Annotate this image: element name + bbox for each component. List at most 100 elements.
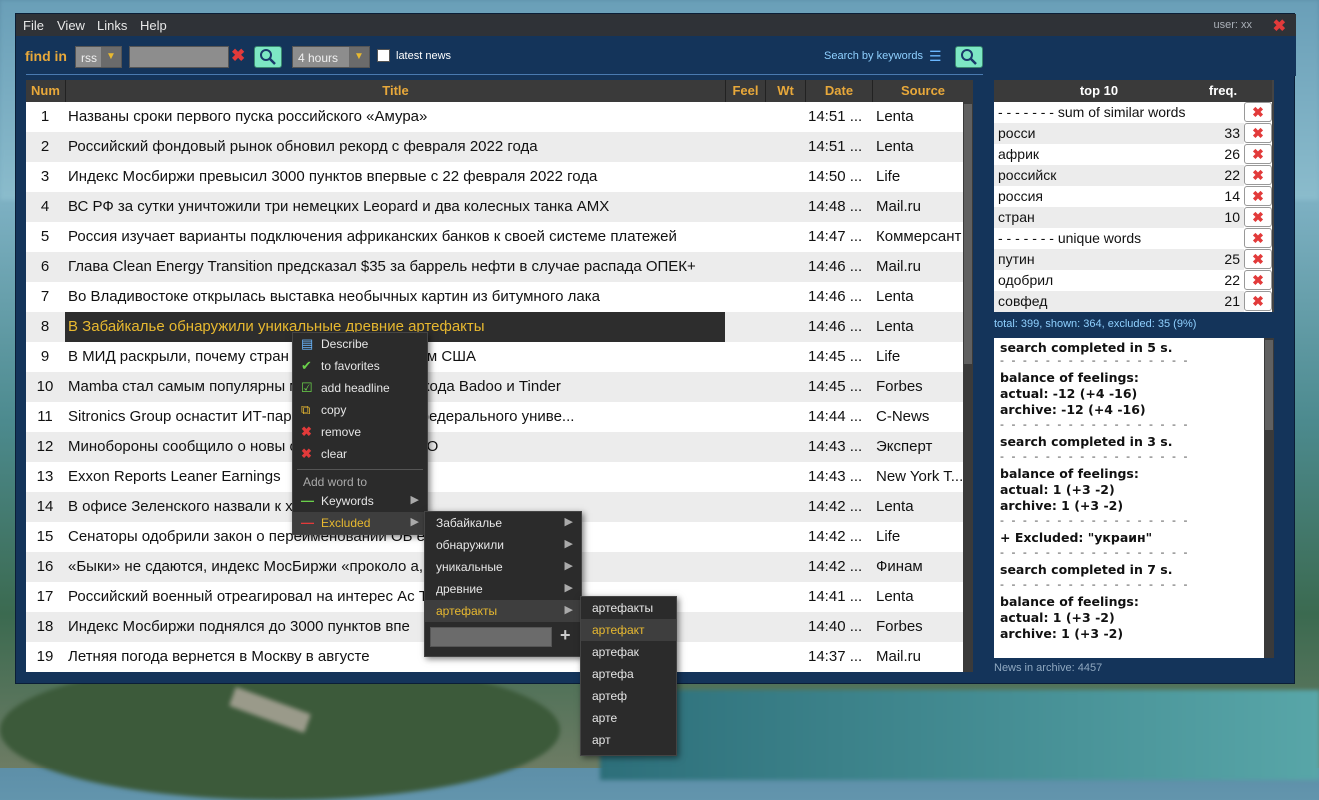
- menu-item-remove[interactable]: ✖ remove: [293, 421, 427, 443]
- menu-item-clear[interactable]: ✖ clear: [293, 443, 427, 465]
- submenu-word-item[interactable]: Забайкалье ▶: [425, 512, 581, 534]
- submenu-word-item[interactable]: артефакты ▶: [425, 600, 581, 622]
- menu-item-describe[interactable]: ▤ Describe: [293, 333, 427, 355]
- col-wt[interactable]: Wt: [766, 80, 806, 102]
- delete-word-button[interactable]: ✖: [1244, 186, 1272, 206]
- source-select[interactable]: rss ▼: [75, 46, 122, 68]
- menu-item-to-favorites[interactable]: ✔ to favorites: [293, 355, 427, 377]
- log-scrollbar[interactable]: [1264, 338, 1274, 658]
- close-icon[interactable]: ✖: [1273, 16, 1286, 36]
- latest-news-checkbox[interactable]: [377, 49, 390, 62]
- top10-scrollbar[interactable]: [1272, 80, 1274, 312]
- menu-item-excluded[interactable]: — Excluded ▶: [293, 512, 427, 534]
- clear-search-icon[interactable]: ✖: [231, 46, 245, 66]
- remove-icon: ✖: [1252, 230, 1264, 246]
- top10-freq: 21: [1224, 293, 1240, 309]
- delete-word-button[interactable]: ✖: [1244, 270, 1272, 290]
- delete-word-button[interactable]: ✖: [1244, 102, 1272, 122]
- scroll-thumb[interactable]: [964, 104, 972, 364]
- copy-icon: ⧉: [301, 402, 311, 417]
- table-row[interactable]: 7 Во Владивостоке открылась выставка необ…: [26, 282, 973, 312]
- table-row[interactable]: 2 Российский фондовый рынок обновил рекор…: [26, 132, 973, 162]
- log-line: search completed in 5 s.: [1000, 340, 1173, 355]
- cell-date: 14:45 ...: [808, 348, 863, 365]
- word-form-item[interactable]: артефакт: [581, 619, 676, 641]
- period-select[interactable]: 4 hours ▼: [292, 46, 370, 68]
- custom-word-input[interactable]: [430, 627, 552, 647]
- scroll-thumb[interactable]: [1265, 340, 1273, 430]
- word-form-item[interactable]: артефак: [581, 641, 676, 663]
- find-in-label: find in: [25, 48, 67, 64]
- table-header: Num Title Feel Wt Date Source: [26, 80, 973, 102]
- log-line: archive: -12 (+4 -16): [1000, 402, 1146, 417]
- delete-word-button[interactable]: ✖: [1244, 249, 1272, 269]
- word-form-item[interactable]: артефакты: [581, 597, 676, 619]
- search-input[interactable]: [129, 46, 229, 68]
- col-title[interactable]: Title: [66, 80, 726, 102]
- search-by-keywords-label[interactable]: Search by keywords: [824, 50, 923, 62]
- top10-row: росси 33: [994, 123, 1244, 144]
- menu-view[interactable]: View: [57, 18, 85, 33]
- top10-word: африк: [998, 146, 1040, 162]
- cell-num: 3: [40, 168, 50, 185]
- keyword-search-button[interactable]: [955, 46, 983, 68]
- delete-word-button[interactable]: ✖: [1244, 291, 1272, 311]
- delete-word-button[interactable]: ✖: [1244, 144, 1272, 164]
- table-row[interactable]: 6 Глава Clean Energy Transition предсказа…: [26, 252, 973, 282]
- delete-word-button[interactable]: ✖: [1244, 228, 1272, 248]
- word-forms-submenu: артефакты артефакт артефак артефа артеф арте а…: [580, 596, 677, 756]
- chevron-right-icon: ▶: [564, 560, 573, 572]
- col-date[interactable]: Date: [806, 80, 873, 102]
- table-scrollbar[interactable]: [963, 80, 973, 672]
- cell-source: Финам: [876, 558, 923, 575]
- table-row[interactable]: 9В МИД раскрыли, почему стран ли перед д…: [26, 342, 973, 372]
- submenu-word-label: Забайкалье: [436, 516, 503, 530]
- menu-item-label: Describe: [321, 337, 369, 351]
- top10-word: путин: [998, 251, 1035, 267]
- col-source[interactable]: Source: [873, 80, 973, 102]
- menu-item-keywords[interactable]: — Keywords ▶: [293, 490, 427, 512]
- submenu-word-item[interactable]: обнаружили ▶: [425, 534, 581, 556]
- word-form-item[interactable]: артеф: [581, 685, 676, 707]
- remove-icon: ✖: [1252, 125, 1264, 141]
- cell-source: Lenta: [876, 498, 914, 515]
- cell-date: 14:42 ...: [808, 528, 863, 545]
- word-form-item[interactable]: арт: [581, 729, 676, 751]
- table-row[interactable]: 4 ВС РФ за сутки уничтожили три немецких …: [26, 192, 973, 222]
- table-row[interactable]: 12 Минобороны сообщило о новы ой армии в …: [26, 432, 973, 462]
- table-row[interactable]: 13 Exxon Reports Leaner Earnings 14:43 ...…: [26, 462, 973, 492]
- menu-item-copy[interactable]: ⧉ copy: [293, 399, 427, 421]
- table-row[interactable]: 10Mamba стал самым популярны м в России …: [26, 372, 973, 402]
- cell-num: 16: [36, 558, 54, 575]
- submenu-word-item[interactable]: древние ▶: [425, 578, 581, 600]
- word-form-item[interactable]: артефа: [581, 663, 676, 685]
- cell-date: 14:51 ...: [808, 108, 863, 125]
- period-select-value: 4 hours: [298, 51, 339, 65]
- word-form-item[interactable]: арте: [581, 707, 676, 729]
- check-icon: ✔: [301, 358, 312, 373]
- menu-help[interactable]: Help: [140, 18, 167, 33]
- submenu-word-item[interactable]: уникальные ▶: [425, 556, 581, 578]
- cell-source: Коммерсант: [876, 228, 962, 245]
- cell-date: 14:43 ...: [808, 438, 863, 455]
- log-line: search completed in 3 s.: [1000, 434, 1173, 449]
- delete-word-button[interactable]: ✖: [1244, 165, 1272, 185]
- table-row[interactable]: 5 Россия изучает варианты подключения афр…: [26, 222, 973, 252]
- table-row[interactable]: 1 Названы сроки первого пуска российского…: [26, 102, 973, 132]
- checkbox-icon: ☑: [301, 380, 313, 395]
- cell-num: 6: [40, 258, 50, 275]
- delete-word-button[interactable]: ✖: [1244, 123, 1272, 143]
- table-row[interactable]: 11Sitronics Group оснастит ИТ-пар тика» …: [26, 402, 973, 432]
- add-word-icon[interactable]: +: [560, 625, 571, 646]
- search-button[interactable]: [254, 46, 282, 68]
- table-row[interactable]: 8В Забайкалье обнаружили уникальные древ…: [26, 312, 973, 342]
- delete-word-button[interactable]: ✖: [1244, 207, 1272, 227]
- app-window: File View Links Help user: xx ✖ find in …: [15, 13, 1296, 684]
- menu-links[interactable]: Links: [97, 18, 127, 33]
- col-feel[interactable]: Feel: [726, 80, 766, 102]
- list-icon[interactable]: ☰: [929, 48, 942, 65]
- col-num[interactable]: Num: [26, 80, 66, 102]
- menu-file[interactable]: File: [23, 18, 44, 33]
- table-row[interactable]: 3 Индекс Мосбиржи превысил 3000 пунктов в…: [26, 162, 973, 192]
- menu-item-add-headline[interactable]: ☑ add headline: [293, 377, 427, 399]
